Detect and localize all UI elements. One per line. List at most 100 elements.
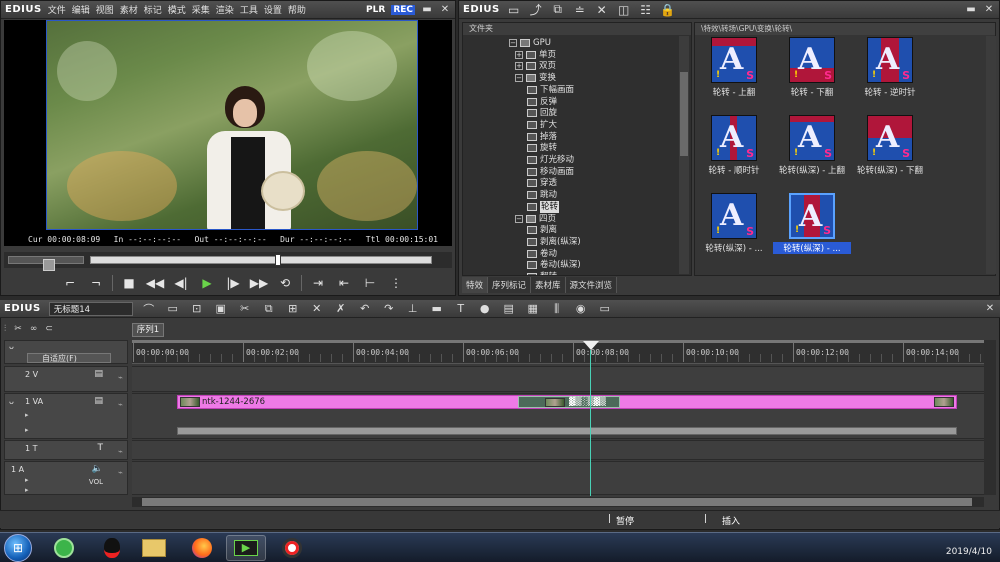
tree-item[interactable]: + 双页 (515, 60, 556, 72)
expand-icon[interactable]: ▸ (25, 476, 29, 484)
tree-item[interactable]: 卷动 (527, 248, 557, 260)
timeline-ruler[interactable]: 00:00:00:00 00:00:02:00 00:00:04:00 00:00:0… (132, 340, 992, 364)
track-patch-icon[interactable]: ⫶ (4, 324, 6, 334)
video-track-icon[interactable]: ▤ (94, 369, 103, 379)
tab-sequence-markers[interactable]: 序列标记 (488, 277, 532, 293)
copy-icon[interactable]: ⧉ (261, 302, 277, 316)
plr-toggle[interactable]: PLR (366, 5, 385, 15)
effect-item[interactable]: A! S 轮转 - 顺时针 (695, 115, 773, 176)
tree-item[interactable]: 跳动 (527, 189, 557, 201)
minimize-icon[interactable]: ▬ (421, 4, 433, 15)
menu-tools[interactable]: 工具 (240, 3, 258, 16)
timeline-scroll-thumb[interactable] (142, 498, 972, 506)
redo-icon[interactable]: ↷ (381, 302, 397, 315)
cut-icon[interactable]: ✂ (237, 302, 253, 315)
record-icon[interactable]: ◉ (573, 302, 589, 315)
group-icon[interactable]: ⊂ (45, 324, 53, 334)
windows-start-icon[interactable]: ⊞ (4, 534, 32, 562)
menu-file[interactable]: 文件 (48, 3, 66, 16)
save-icon[interactable]: ▣ (213, 302, 229, 315)
render-icon[interactable]: ▤ (501, 302, 517, 315)
shuttle-thumb[interactable] (43, 259, 55, 271)
track-header-t1[interactable]: 1 T T ⌁ (4, 440, 128, 460)
tree-item[interactable]: 移动画面 (527, 166, 574, 178)
set-in-icon[interactable]: ⌐ (60, 274, 80, 292)
timeline-vscrollbar[interactable] (984, 340, 996, 495)
track-area-t1[interactable] (132, 440, 984, 460)
tree-item[interactable]: − 四页 (515, 213, 556, 225)
tree-item[interactable]: 下幅画面 (527, 84, 574, 96)
transition-clip[interactable]: ▓▒░▒▓▒ (518, 396, 620, 408)
menu-render[interactable]: 渲染 (216, 3, 234, 16)
speaker-icon[interactable]: 🔈 (92, 464, 103, 474)
expand-icon[interactable]: + (515, 62, 523, 71)
tree-item[interactable]: 剥离 (527, 224, 557, 236)
copy-icon[interactable]: ⧉ (550, 2, 566, 17)
tab-asset-bin[interactable]: 素材库 (531, 277, 566, 293)
tree-item[interactable]: − GPU (509, 37, 551, 49)
expand-icon[interactable]: + (515, 50, 523, 59)
new-sequence-icon[interactable]: ▭ (165, 302, 181, 315)
tree-item[interactable]: 剥离(纵深) (527, 236, 581, 248)
tab-source-browser[interactable]: 源文件浏览 (565, 277, 618, 293)
app-qq-icon[interactable] (92, 535, 132, 561)
expand-icon[interactable]: ▸ (25, 426, 29, 434)
menu-capture[interactable]: 采集 (192, 3, 210, 16)
more-icon[interactable]: ⋮ (386, 274, 406, 292)
menu-settings[interactable]: 设置 (264, 3, 282, 16)
menu-mode[interactable]: 模式 (168, 3, 186, 16)
menu-edit[interactable]: 编辑 (72, 3, 90, 16)
tree-item[interactable]: 翻转 (527, 271, 557, 275)
effect-item[interactable]: A! S 轮转(纵深) - ... (773, 193, 851, 254)
edit-icon[interactable]: ≐ (572, 3, 588, 17)
overwrite-timeline-icon[interactable]: ⇤ (334, 274, 354, 292)
up-folder-icon[interactable]: ⤴ (528, 1, 544, 18)
split-icon[interactable]: ⊥ (405, 302, 421, 315)
mode-icon[interactable]: ⌒ (141, 301, 157, 317)
properties-icon[interactable]: ◫ (616, 3, 632, 17)
tree-item[interactable]: 反弹 (527, 96, 557, 108)
close-icon[interactable]: ✕ (439, 4, 451, 15)
tree-item[interactable]: 扩大 (527, 119, 557, 131)
delete-icon[interactable]: ✕ (309, 302, 325, 315)
open-icon[interactable]: ⊡ (189, 302, 205, 315)
app-recorder-icon[interactable] (272, 535, 312, 561)
track-mute-icon[interactable]: ⌁ (118, 400, 123, 409)
video-track-icon[interactable]: ▤ (94, 396, 103, 406)
tab-effects[interactable]: 特效 (462, 277, 489, 293)
collapse-icon[interactable]: − (515, 74, 523, 83)
effect-item[interactable]: A! S 轮转 - 逆时针 (851, 37, 929, 98)
link-icon[interactable]: ∞ (30, 324, 38, 334)
app-edius-icon[interactable]: ▶ (226, 535, 266, 561)
tree-item[interactable]: 灯光移动 (527, 154, 574, 166)
menu-help[interactable]: 帮助 (288, 3, 306, 16)
app-explorer-icon[interactable] (134, 535, 174, 561)
close-icon[interactable]: ✕ (984, 303, 996, 314)
minimize-icon[interactable]: ▬ (965, 4, 977, 15)
sync-lock-icon[interactable]: ✂ (14, 324, 22, 334)
rec-toggle[interactable]: REC (391, 4, 415, 15)
menu-view[interactable]: 视图 (96, 3, 114, 16)
trim-icon[interactable]: ⊢ (360, 274, 380, 292)
view-mode-icon[interactable]: ☷ (638, 3, 654, 17)
insert-timeline-icon[interactable]: ⇥ (308, 274, 328, 292)
track-mute-icon[interactable]: ⌁ (118, 468, 123, 477)
rewind-icon[interactable]: ◀◀ (145, 274, 165, 292)
lock-icon[interactable]: 🔒 (660, 3, 676, 17)
voiceover-icon[interactable]: ● (477, 302, 493, 315)
app-360-icon[interactable] (44, 535, 84, 561)
effects-scrollbar[interactable] (986, 36, 996, 274)
track-header-a1[interactable]: 1 A 🔈 VOL ▸ ▸ ⌁ (4, 461, 128, 495)
track-area-v2[interactable] (132, 366, 984, 392)
expand-icon[interactable]: ▸ (25, 486, 29, 494)
step-back-icon[interactable]: ◀| (171, 274, 191, 292)
fast-forward-icon[interactable]: ▶▶ (249, 274, 269, 292)
title-icon[interactable]: T (453, 302, 469, 315)
adaptive-dropdown[interactable]: 自适应(F) (27, 353, 111, 363)
set-out-icon[interactable]: ¬ (86, 274, 106, 292)
collapse-icon[interactable]: ᴗ (9, 397, 14, 406)
tree-scroll-thumb[interactable] (680, 72, 688, 156)
mixer-icon[interactable]: ⫼ (549, 302, 565, 316)
position-slider[interactable] (90, 254, 432, 266)
collapse-icon[interactable]: ᴗ (9, 342, 14, 351)
